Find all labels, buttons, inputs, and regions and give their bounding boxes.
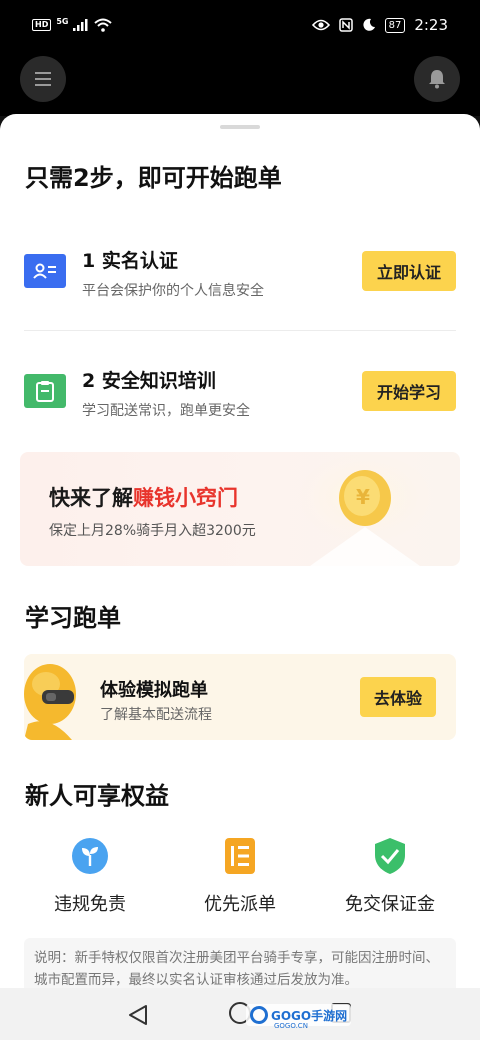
promo-title: 快来了解赚钱小窍门 xyxy=(49,482,238,512)
list-priority-icon xyxy=(220,836,260,876)
simulation-title: 体验模拟跑单 xyxy=(100,680,208,701)
learn-title: 学习跑单 xyxy=(25,604,121,632)
moon-icon xyxy=(363,18,375,31)
benefit-priority-dispatch[interactable]: 优先派单 xyxy=(175,836,305,916)
main-sheet: 只需2步，即可开始跑单 1 实名认证 平台会保护你的个人信息安全 立即认证 2 … xyxy=(0,114,480,988)
gold-coin-icon: ¥ xyxy=(295,454,435,566)
simulation-subtitle: 了解基本配送流程 xyxy=(100,707,212,723)
watermark-text: GOGO手游网 xyxy=(271,1008,348,1023)
shield-check-icon xyxy=(370,836,410,876)
try-simulation-button[interactable]: 去体验 xyxy=(360,677,436,717)
simulation-card[interactable]: 体验模拟跑单 了解基本配送流程 去体验 xyxy=(24,654,456,740)
watermark-circle-icon xyxy=(250,1006,268,1024)
promo-subtitle: 保定上月28%骑手月入超3200元 xyxy=(49,523,256,539)
promo-title-highlight: 赚钱小窍门 xyxy=(133,486,238,510)
step-divider xyxy=(24,330,456,331)
benefit-violation-exempt[interactable]: 违规免责 xyxy=(25,836,155,916)
promo-title-prefix: 快来了解 xyxy=(49,486,133,510)
svg-text:¥: ¥ xyxy=(356,485,370,509)
benefit-label: 优先派单 xyxy=(204,894,276,915)
hd-badge: HD xyxy=(32,19,52,31)
benefits-note: 说明：新手特权仅限首次注册美团平台骑手专享，可能因注册时间、城市配置而异，最终以… xyxy=(24,938,456,988)
status-right: 87 2:23 xyxy=(311,16,448,34)
bell-icon xyxy=(429,70,445,89)
step-1-title: 1 实名认证 xyxy=(82,250,178,272)
start-learning-button[interactable]: 开始学习 xyxy=(362,371,456,411)
clock: 2:23 xyxy=(414,16,448,34)
rider-mascot-icon xyxy=(24,664,76,740)
clipboard-icon xyxy=(24,374,66,408)
id-card-icon xyxy=(24,254,66,288)
menu-button[interactable] xyxy=(20,56,66,102)
system-nav-bar: GOGO手游网 GOGO.CN xyxy=(0,988,480,1040)
benefits-title: 新人可享权益 xyxy=(25,782,169,810)
benefit-label: 违规免责 xyxy=(54,894,126,915)
verify-now-button[interactable]: 立即认证 xyxy=(362,251,456,291)
step-2-title: 2 安全知识培训 xyxy=(82,370,216,392)
benefit-no-deposit[interactable]: 免交保证金 xyxy=(325,836,455,916)
status-bar: HD 5G 87 2:23 xyxy=(0,0,480,56)
step-1-subtitle: 平台会保护你的个人信息安全 xyxy=(82,283,264,299)
back-icon[interactable] xyxy=(128,1004,148,1026)
battery-indicator: 87 xyxy=(384,17,406,33)
status-left: HD 5G xyxy=(32,16,113,32)
eye-icon xyxy=(311,19,330,31)
wifi-icon xyxy=(94,18,113,32)
benefit-label: 免交保证金 xyxy=(345,894,435,915)
hamburger-icon xyxy=(35,72,51,86)
watermark-subtext: GOGO.CN xyxy=(274,1022,308,1030)
sheet-grabber[interactable] xyxy=(220,125,260,129)
watermark-logo: GOGO手游网 GOGO.CN xyxy=(246,1004,352,1030)
tips-banner[interactable]: 快来了解赚钱小窍门 保定上月28%骑手月入超3200元 ¥ xyxy=(20,452,460,566)
app-bar xyxy=(0,56,480,116)
sprout-icon xyxy=(70,836,110,876)
notification-button[interactable] xyxy=(414,56,460,102)
network-type: 5G xyxy=(56,16,69,26)
nfc-icon xyxy=(338,18,353,32)
step-2-subtitle: 学习配送常识，跑单更安全 xyxy=(82,403,250,419)
steps-title: 只需2步，即可开始跑单 xyxy=(25,164,282,192)
signal-icon xyxy=(73,19,88,31)
